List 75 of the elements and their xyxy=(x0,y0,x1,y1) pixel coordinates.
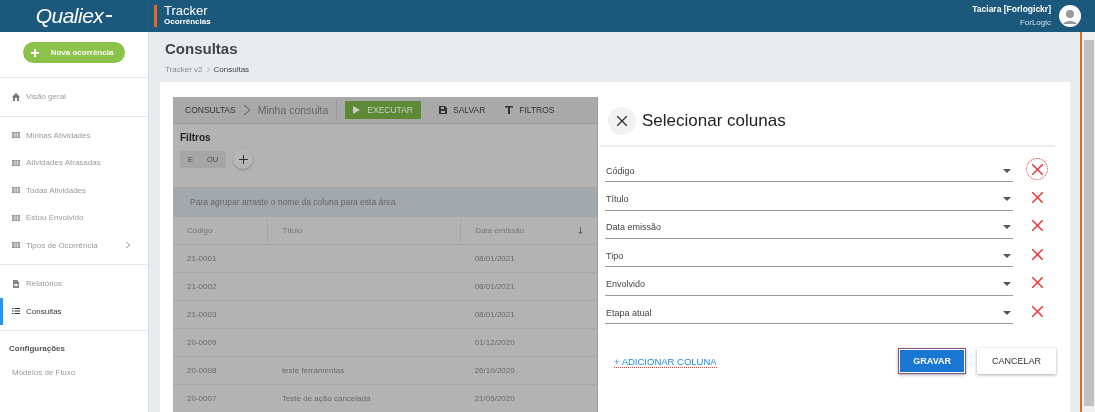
sidebar-item[interactable]: Minhas Atividades xyxy=(0,121,148,149)
save-button[interactable]: GRAVAR xyxy=(898,348,966,375)
user-name: Taciara [Forlogickr] xyxy=(972,3,1051,16)
sidebar-item[interactable]: Consultas xyxy=(0,297,148,325)
table-cell: teste ferramentas xyxy=(267,356,461,385)
module-title: Tracker xyxy=(164,5,209,16)
grid-icon xyxy=(12,213,20,222)
dropdown-caret-icon xyxy=(1003,253,1011,258)
add-filter-button[interactable] xyxy=(233,149,254,169)
close-icon xyxy=(617,116,627,126)
close-icon xyxy=(1031,248,1043,260)
avatar-icon[interactable] xyxy=(1059,5,1081,27)
column-select[interactable]: Tipo xyxy=(605,245,1013,268)
breadcrumb-link[interactable]: CONSULTAS xyxy=(185,105,236,115)
grid-icon xyxy=(12,241,20,250)
filters-button[interactable]: FILTROS xyxy=(499,101,561,119)
company-name: ForLogic xyxy=(1019,17,1051,29)
sidebar-item[interactable]: Atividades Atrasadas xyxy=(0,149,148,177)
list-icon xyxy=(12,307,20,316)
table-cell: 21-0003 xyxy=(173,300,268,329)
document-icon xyxy=(12,279,20,288)
sidebar-item[interactable]: Todas Atividades xyxy=(0,176,148,204)
play-icon xyxy=(353,106,362,114)
sidebar-item[interactable]: Estou Envolvido xyxy=(0,204,148,232)
column-select[interactable]: Etapa atual xyxy=(605,302,1013,325)
close-button[interactable] xyxy=(608,107,636,135)
sidebar-item[interactable]: Visão geral xyxy=(0,83,148,111)
table-cell: 20-0007 xyxy=(173,384,268,412)
save-icon xyxy=(439,106,447,114)
table-cell: 20-0009 xyxy=(173,328,268,357)
column-select[interactable]: Código xyxy=(605,160,1013,183)
breadcrumb-link[interactable]: Tracker v2 xyxy=(165,65,203,74)
grid-icon xyxy=(12,158,20,167)
close-icon xyxy=(1031,220,1043,232)
query-name: Minha consulta xyxy=(257,100,338,120)
execute-button[interactable]: EXECUTAR xyxy=(345,101,421,119)
table-cell: 21-0002 xyxy=(173,272,268,301)
grid-icon xyxy=(12,186,20,195)
table-cell: 21-0001 xyxy=(173,244,268,273)
home-icon xyxy=(12,92,20,101)
filter-icon xyxy=(505,106,514,114)
plus-icon xyxy=(30,48,39,57)
dropdown-caret-icon xyxy=(1003,310,1011,315)
logo-text[interactable]: Qualiex xyxy=(35,4,104,28)
close-icon xyxy=(1031,192,1043,204)
save-button[interactable]: SALVAR xyxy=(433,101,492,119)
grid-icon xyxy=(12,131,20,140)
sidebar-item[interactable]: Relatórios xyxy=(0,270,148,298)
table-cell: 20-0008 xyxy=(173,356,268,385)
close-icon xyxy=(1031,277,1043,289)
column-select[interactable]: Envolvido xyxy=(605,273,1013,296)
dropdown-caret-icon xyxy=(1003,168,1011,173)
close-icon xyxy=(1031,305,1043,317)
dropdown-caret-icon xyxy=(1003,282,1011,287)
column-select[interactable]: Data emissão xyxy=(605,216,1013,239)
dialog-title: Selecionar colunas xyxy=(642,111,786,131)
add-column-link[interactable]: + ADICIONAR COLUNA xyxy=(614,356,717,369)
column-select[interactable]: Título xyxy=(605,188,1013,211)
sidebar-item[interactable]: Modelos de Fluxo xyxy=(0,359,148,387)
chevron-right-icon xyxy=(243,105,250,115)
table-cell: Teste de ação cancelada xyxy=(267,384,461,412)
filters-title: Filtros xyxy=(180,132,211,143)
scrollbar-thumb[interactable] xyxy=(1083,40,1094,406)
new-occurrence-button[interactable]: Nova ocorrência xyxy=(22,42,126,63)
dropdown-caret-icon xyxy=(1003,225,1011,230)
cancel-button[interactable]: CANCELAR xyxy=(977,348,1056,375)
module-subtitle: Ocorrências xyxy=(164,16,211,27)
plus-icon xyxy=(238,154,248,164)
close-icon xyxy=(1031,163,1043,175)
sidebar-item[interactable]: Tipos de Ocorrência xyxy=(0,231,148,259)
chevron-right-icon xyxy=(206,67,210,72)
dash-icon xyxy=(106,15,113,17)
page-title: Consultas xyxy=(165,40,239,57)
dropdown-caret-icon xyxy=(1003,197,1011,202)
section-heading: Configurações xyxy=(8,343,66,355)
